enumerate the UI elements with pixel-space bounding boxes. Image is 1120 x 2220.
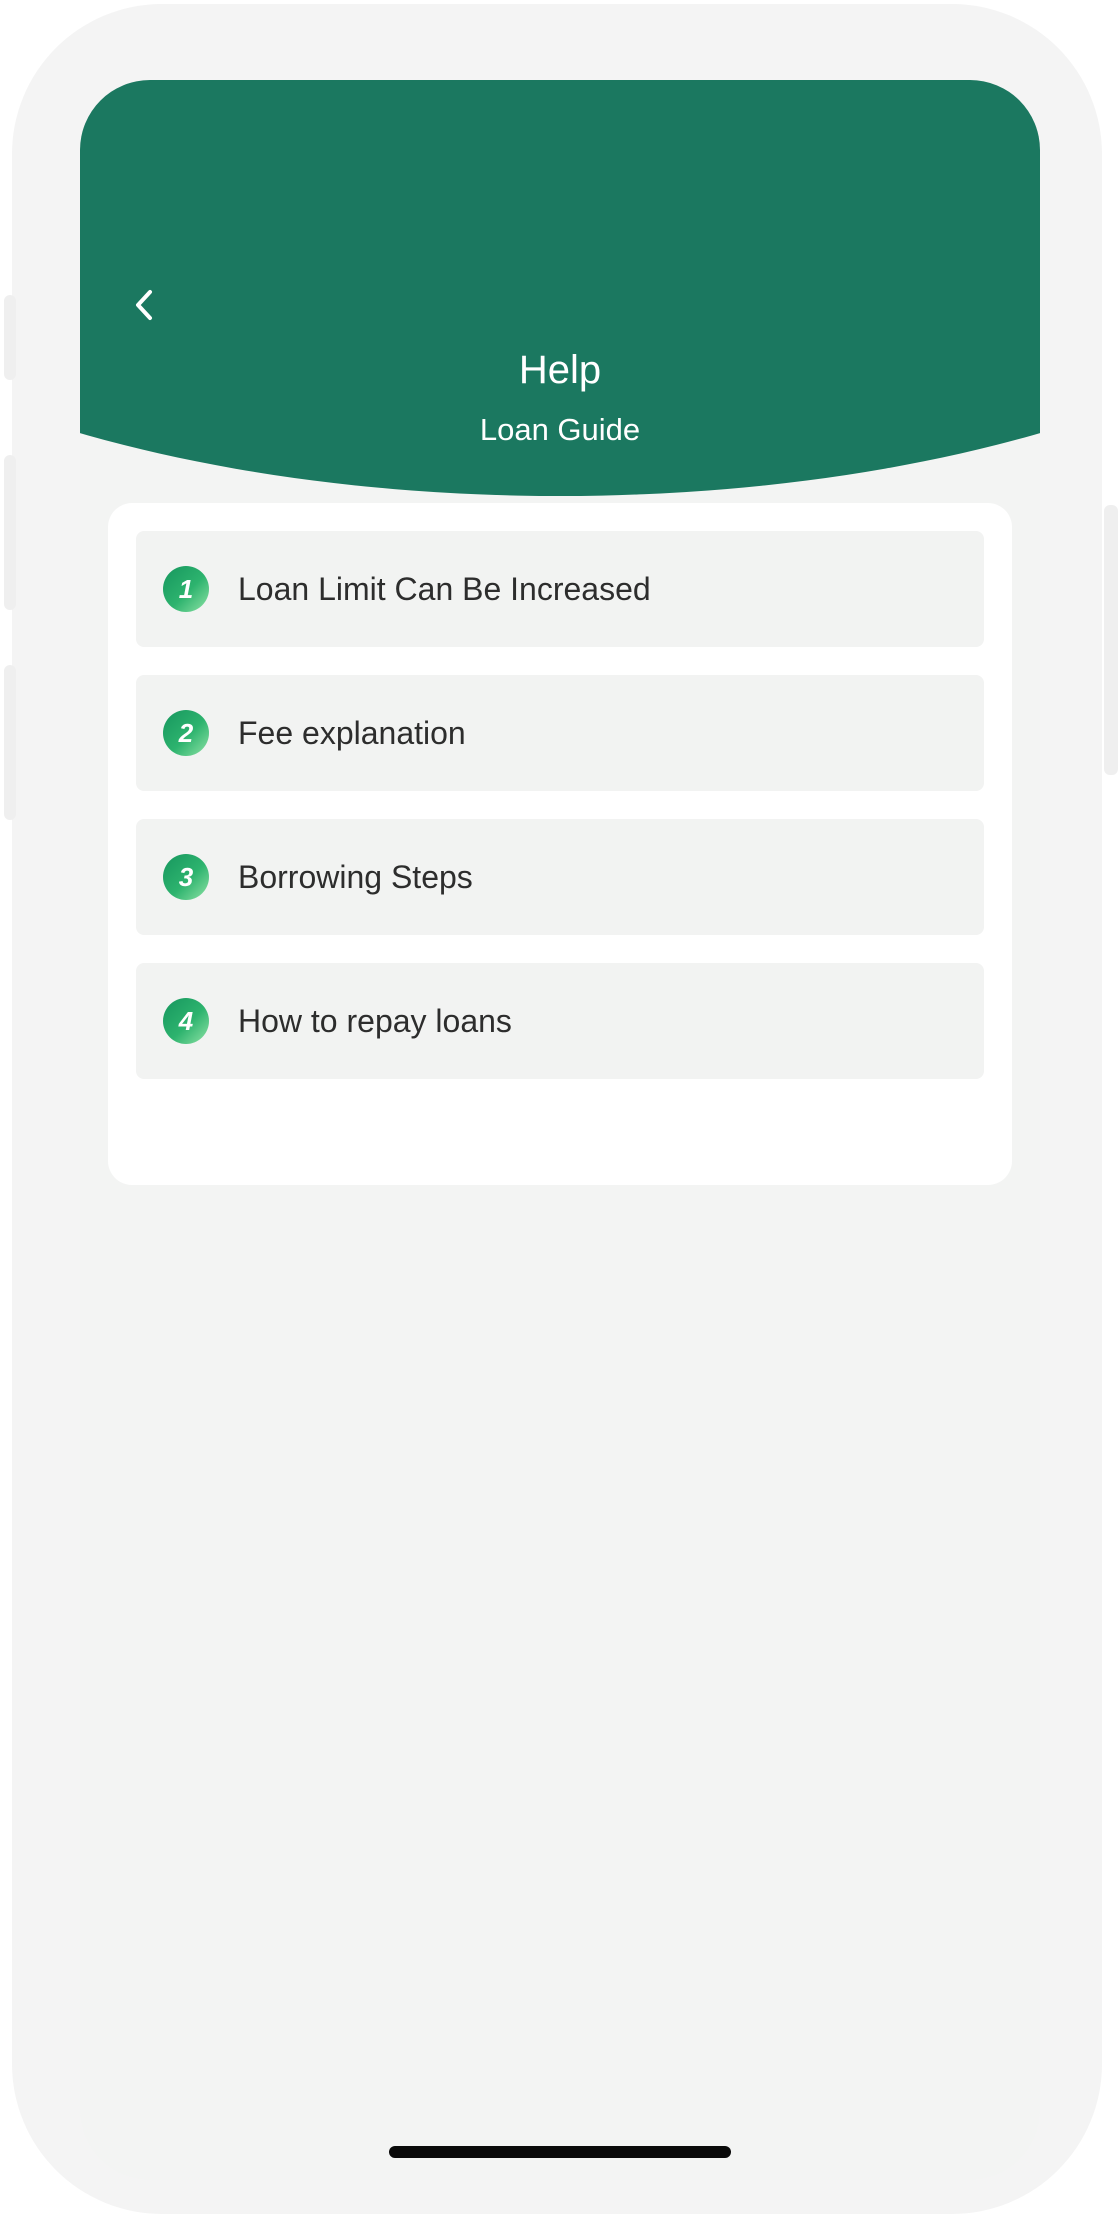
guide-item-fee-explanation[interactable]: 2 Fee explanation bbox=[136, 675, 984, 791]
chevron-left-icon bbox=[136, 290, 152, 320]
loan-guide-card: 1 Loan Limit Can Be Increased 2 Fee expl… bbox=[108, 503, 1012, 1185]
number-badge: 1 bbox=[163, 566, 209, 612]
phone-volume-down-button bbox=[4, 665, 16, 820]
guide-item-label: Borrowing Steps bbox=[238, 859, 473, 895]
page-subtitle: Loan Guide bbox=[479, 412, 641, 447]
guide-item-loan-limit[interactable]: 1 Loan Limit Can Be Increased bbox=[136, 531, 984, 647]
guide-item-label: Loan Limit Can Be Increased bbox=[238, 571, 651, 607]
guide-item-label: Fee explanation bbox=[238, 715, 466, 751]
page-title: Help bbox=[518, 348, 602, 392]
guide-item-repay-loans[interactable]: 4 How to repay loans bbox=[136, 963, 984, 1079]
number-badge: 3 bbox=[163, 854, 209, 900]
phone-side-button bbox=[4, 295, 16, 380]
home-indicator[interactable] bbox=[389, 2146, 731, 2158]
app-screen: Help Loan Guide 1 Loan Limit Can Be Incr… bbox=[80, 80, 1040, 2180]
guide-item-borrowing-steps[interactable]: 3 Borrowing Steps bbox=[136, 819, 984, 935]
phone-power-button bbox=[1104, 505, 1118, 775]
number-badge: 2 bbox=[163, 710, 209, 756]
number-badge: 4 bbox=[163, 998, 209, 1044]
phone-volume-up-button bbox=[4, 455, 16, 610]
guide-item-label: How to repay loans bbox=[238, 1003, 512, 1039]
back-button[interactable] bbox=[120, 280, 170, 330]
